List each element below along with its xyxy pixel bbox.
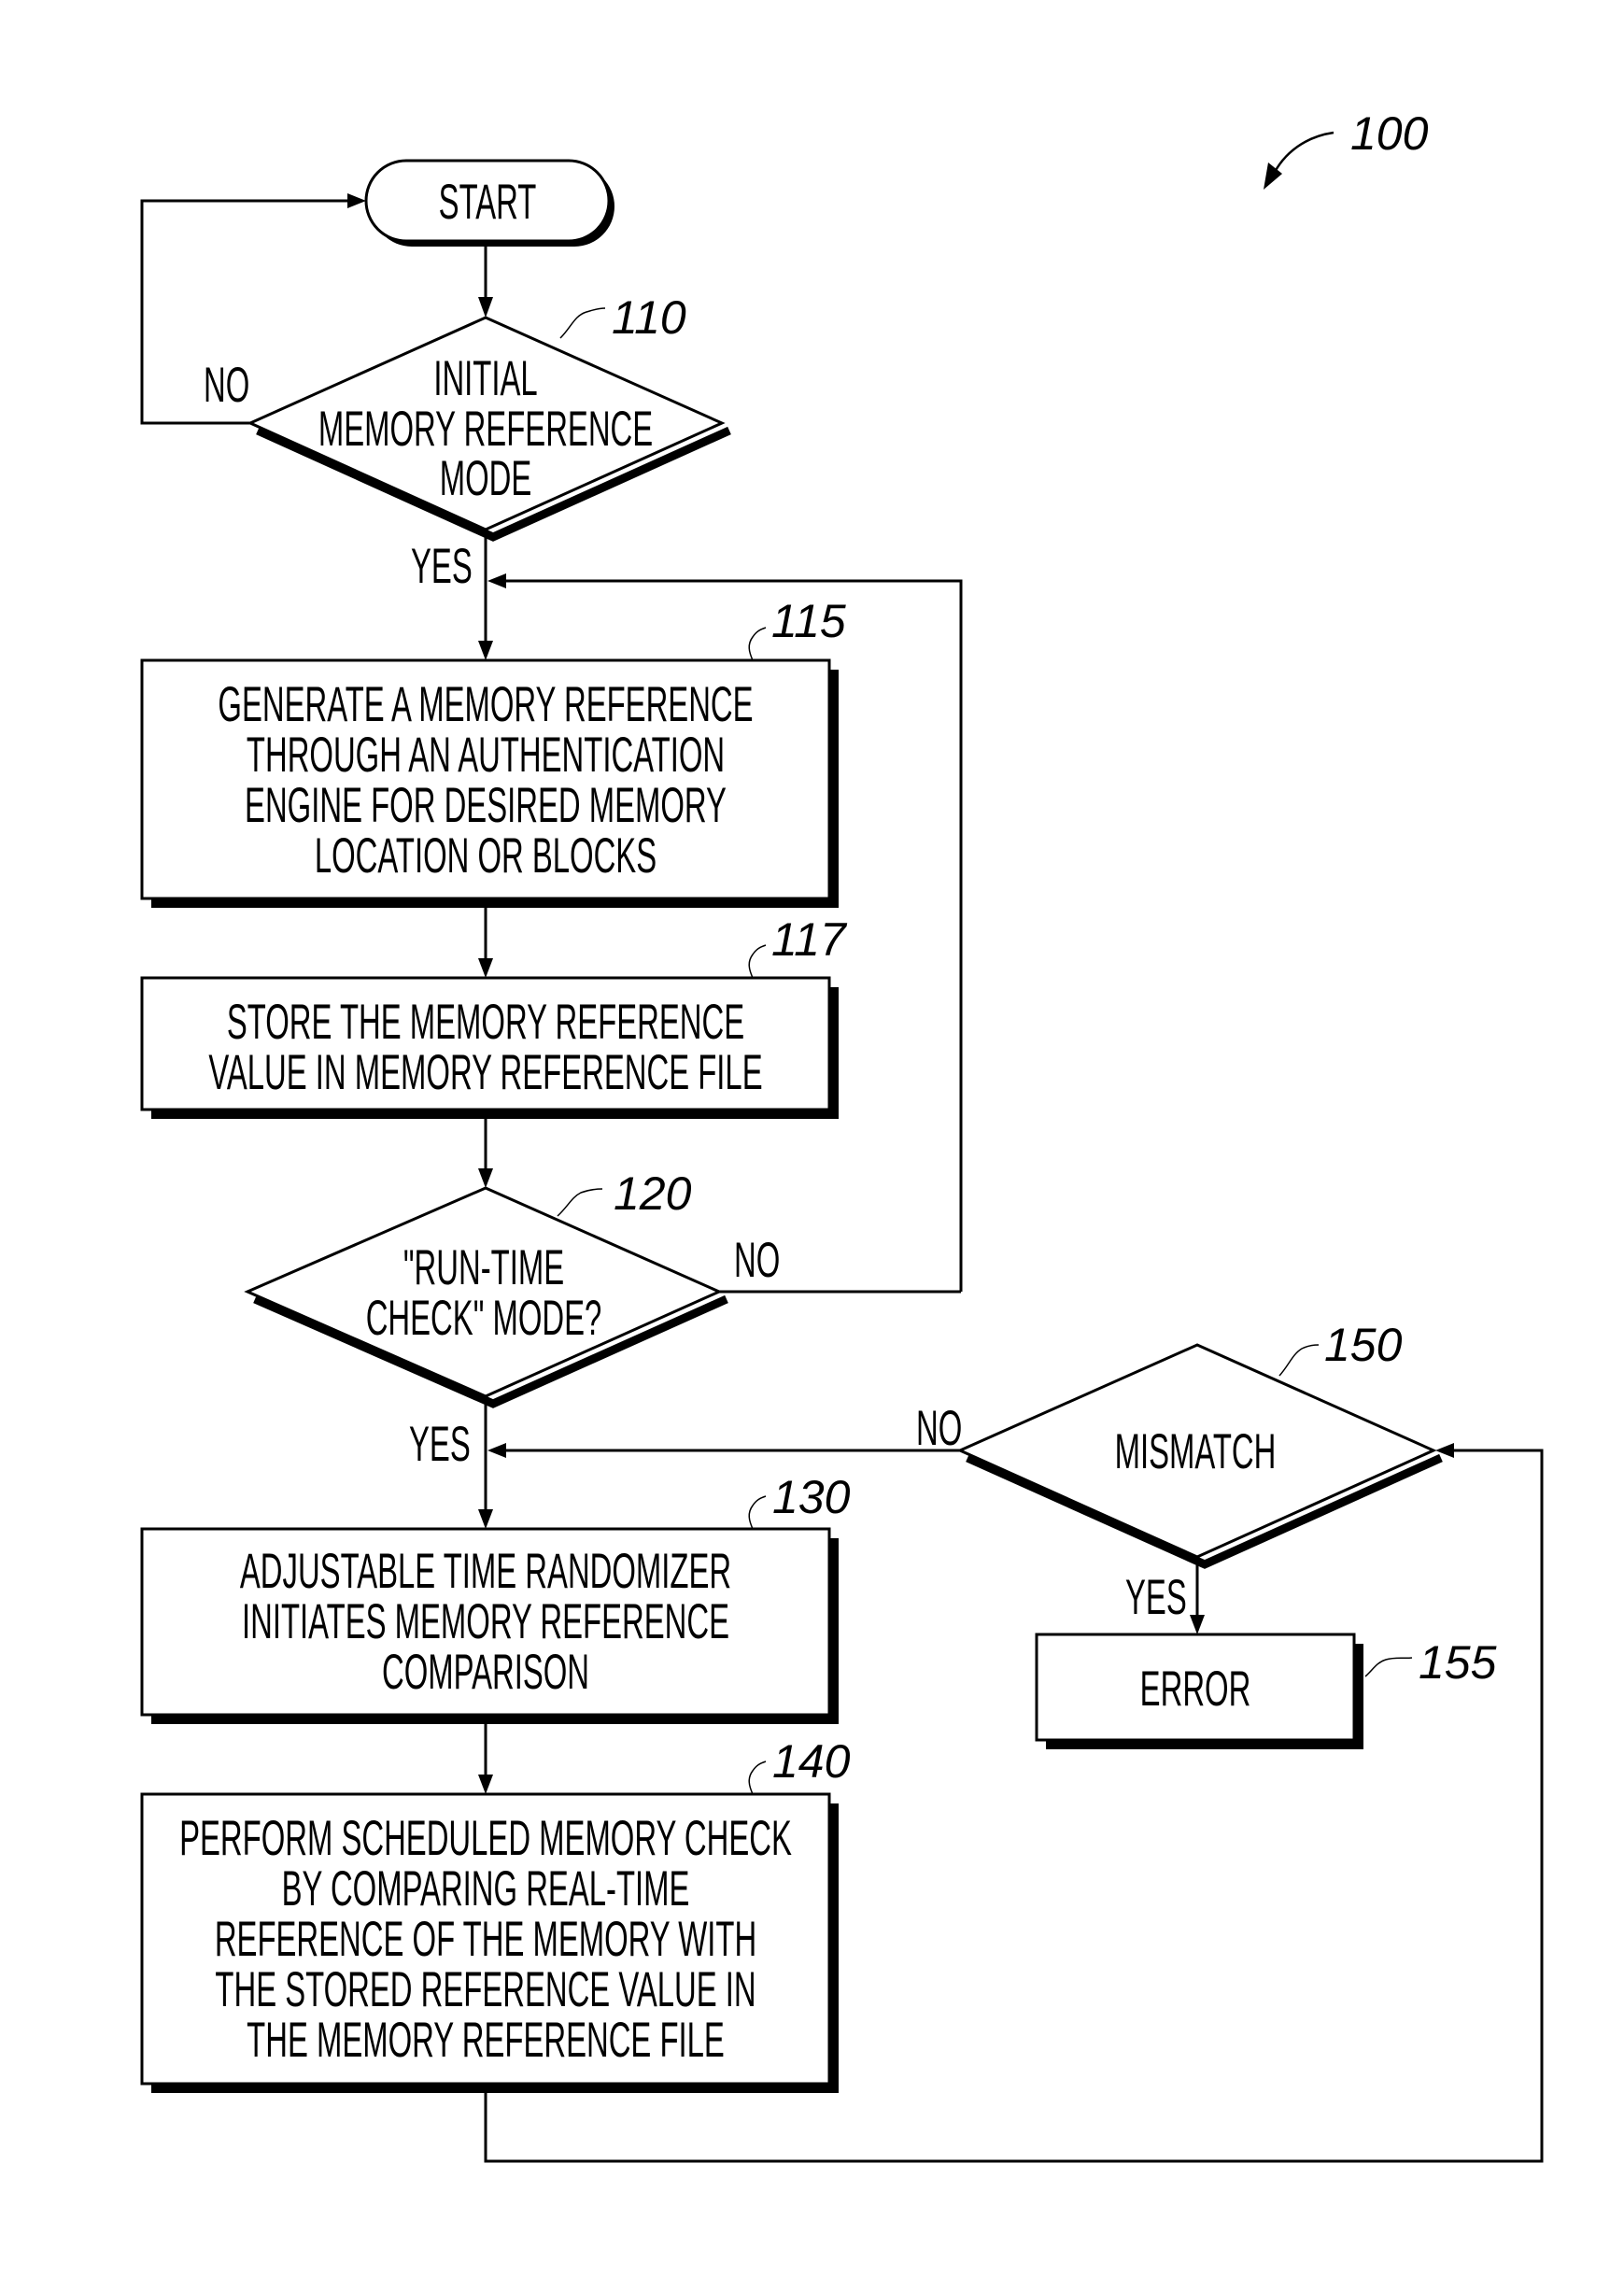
process-store-memory-reference: STORE THE MEMORY REFERENCE VALUE IN MEMO… [140, 913, 848, 1119]
process-115-line-1: GENERATE A MEMORY REFERENCE [218, 677, 753, 732]
process-117-line-1: STORE THE MEMORY REFERENCE [227, 995, 744, 1050]
process-130-line-1: ADJUSTABLE TIME RANDOMIZER [240, 1544, 731, 1599]
process-117-line-2: VALUE IN MEMORY REFERENCE FILE [208, 1045, 762, 1100]
process-155-label: ERROR [1140, 1662, 1251, 1717]
decision-110-line-1: INITIAL [433, 351, 537, 406]
ref-130-leader [748, 1495, 767, 1530]
decision-150-yes-label: YES [1125, 1570, 1187, 1625]
terminal-error: ERROR 155 [1035, 1633, 1497, 1749]
decision-run-time-check-mode: "RUN-TIME CHECK" MODE? 120 [244, 1167, 728, 1408]
figure-reference: 100 [1264, 107, 1429, 190]
process-130-line-3: COMPARISON [382, 1645, 589, 1700]
ref-155-leader [1364, 1657, 1413, 1677]
process-generate-memory-reference: GENERATE A MEMORY REFERENCE THROUGH AN A… [140, 595, 846, 908]
decision-110-line-3: MODE [440, 451, 532, 506]
process-115-line-4: LOCATION OR BLOCKS [315, 828, 657, 884]
ref-120: 120 [614, 1167, 692, 1220]
process-140-line-3: REFERENCE OF THE MEMORY WITH [215, 1912, 756, 1967]
ref-117: 117 [771, 913, 848, 966]
process-130-line-2: INITIATES MEMORY REFERENCE [242, 1594, 729, 1649]
decision-110-line-2: MEMORY REFERENCE [318, 402, 653, 457]
process-140-line-5: THE MEMORY REFERENCE FILE [247, 2013, 725, 2068]
arrowhead-icon [478, 1168, 493, 1188]
figure-reference-arrow-line [1270, 131, 1335, 178]
start-label: START [439, 175, 537, 230]
decision-120-yes-label: YES [409, 1417, 471, 1472]
ref-115-leader [748, 627, 767, 661]
figure-reference-number: 100 [1350, 107, 1429, 160]
ref-150-leader [1278, 1344, 1320, 1377]
start-node: START [364, 159, 614, 247]
decision-120-line-1: "RUN-TIME [403, 1240, 564, 1295]
ref-140: 140 [772, 1735, 851, 1788]
ref-110-leader [559, 307, 606, 339]
ref-110: 110 [612, 291, 686, 344]
process-scheduled-memory-check: PERFORM SCHEDULED MEMORY CHECK BY COMPAR… [140, 1735, 851, 2093]
arrowhead-icon [487, 1443, 506, 1458]
arrowhead-icon [487, 573, 506, 588]
arrowhead-icon [478, 958, 493, 978]
arrowhead-icon [1190, 1615, 1205, 1634]
ref-150: 150 [1324, 1319, 1403, 1371]
decision-110-no-label: NO [204, 358, 249, 413]
arrowhead-icon [347, 193, 366, 208]
ref-155: 155 [1419, 1636, 1497, 1689]
arrowhead-icon [478, 297, 493, 318]
flowchart: 100 START INITIAL MEMORY REFERENCE MODE … [140, 107, 1544, 2163]
process-140-line-2: BY COMPARING REAL-TIME [282, 1861, 690, 1916]
decision-initial-memory-reference-mode: INITIAL MEMORY REFERENCE MODE 110 [247, 291, 731, 542]
decision-110-yes-label: YES [411, 539, 473, 594]
decision-150-label: MISMATCH [1115, 1424, 1277, 1479]
decision-120-no-label: NO [734, 1233, 780, 1288]
process-140-line-4: THE STORED REFERENCE VALUE IN [215, 1962, 756, 2017]
process-adjustable-time-randomizer: ADJUSTABLE TIME RANDOMIZER INITIATES MEM… [140, 1471, 851, 1724]
decision-150-no-label: NO [916, 1401, 962, 1456]
ref-130: 130 [772, 1471, 851, 1523]
ref-117-leader [748, 944, 767, 979]
arrowhead-icon [478, 1775, 493, 1794]
ref-120-leader [557, 1188, 603, 1217]
arrowhead-icon [478, 1509, 493, 1529]
decision-mismatch: MISMATCH 150 [956, 1319, 1443, 1569]
process-140-line-1: PERFORM SCHEDULED MEMORY CHECK [179, 1811, 792, 1866]
process-115-line-3: ENGINE FOR DESIRED MEMORY [245, 778, 727, 833]
decision-120-line-2: CHECK" MODE? [366, 1291, 602, 1346]
arrowhead-icon [478, 641, 493, 660]
ref-115: 115 [771, 595, 846, 647]
ref-140-leader [748, 1761, 767, 1795]
process-115-line-2: THROUGH AN AUTHENTICATION [247, 728, 725, 783]
